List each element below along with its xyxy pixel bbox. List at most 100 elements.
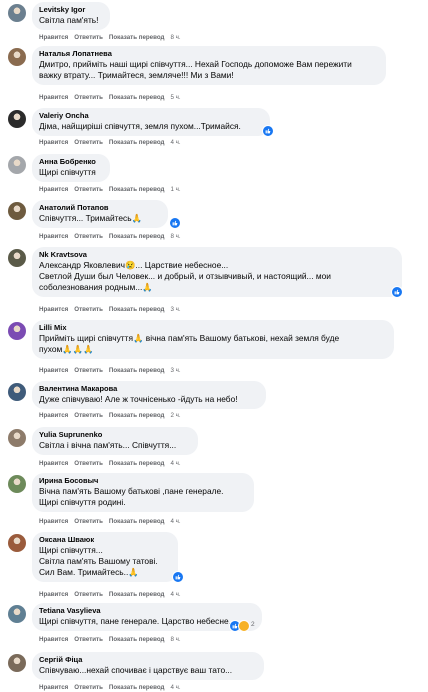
love-reaction-icon[interactable] [238, 620, 250, 632]
comment-author[interactable]: Оксана Шваюк [39, 535, 170, 545]
translate-button[interactable]: Показать перевод [109, 34, 165, 41]
like-reaction-icon[interactable] [172, 571, 184, 583]
avatar[interactable] [8, 534, 26, 552]
like-button[interactable]: Нравится [39, 306, 68, 313]
avatar[interactable] [8, 654, 26, 672]
like-button[interactable]: Нравится [39, 94, 68, 101]
comment-time[interactable]: 4 ч. [170, 518, 180, 525]
avatar[interactable] [8, 605, 26, 623]
comment-time[interactable]: 2 ч. [170, 412, 180, 419]
comment-actions: Нравится Ответить Показать перевод 4 ч. [39, 460, 187, 468]
avatar[interactable] [8, 383, 26, 401]
comment-bubble: Ирина Босовыч Вічна пам'ять Вашому батько… [32, 473, 254, 512]
comment-text: Дмитро, прийміть наші щирі співчуття... … [39, 59, 352, 69]
reply-button[interactable]: Ответить [74, 233, 103, 240]
translate-button[interactable]: Показать перевод [109, 139, 165, 146]
avatar[interactable] [8, 249, 26, 267]
reply-button[interactable]: Ответить [74, 306, 103, 313]
comment-text: важку втрату... Тримайтеся, земляче!!! М… [39, 70, 234, 80]
comment-author[interactable]: Валентина Макарова [39, 384, 258, 394]
avatar[interactable] [8, 429, 26, 447]
comment-time[interactable]: 8 ч. [170, 34, 180, 41]
reply-button[interactable]: Ответить [74, 460, 103, 467]
comment-time[interactable]: 3 ч. [170, 367, 180, 374]
reply-button[interactable]: Ответить [74, 139, 103, 146]
comment-bubble: Nk Kravtsova Александр Яковлевич😢... Царс… [32, 247, 402, 297]
like-reaction-icon[interactable] [391, 286, 403, 298]
like-button[interactable]: Нравится [39, 412, 68, 419]
reply-button[interactable]: Ответить [74, 34, 103, 41]
like-button[interactable]: Нравится [39, 591, 68, 598]
comment-author[interactable]: Ирина Босовыч [39, 476, 246, 486]
comment-time[interactable]: 8 ч. [170, 233, 180, 240]
comment-actions: Нравится Ответить Показать перевод 2 ч. [39, 412, 187, 420]
comment-author[interactable]: Сергій Фіца [39, 655, 256, 665]
avatar[interactable] [8, 202, 26, 220]
comment-text: Діма, найщиріші співчуття, земля пухом..… [39, 121, 241, 131]
translate-button[interactable]: Показать перевод [109, 518, 165, 525]
translate-button[interactable]: Показать перевод [109, 306, 165, 313]
translate-button[interactable]: Показать перевод [109, 186, 165, 193]
translate-button[interactable]: Показать перевод [109, 460, 165, 467]
comment-author[interactable]: Yulia Suprunenko [39, 430, 190, 440]
like-reaction-icon[interactable] [262, 125, 274, 137]
comment-time[interactable]: 4 ч. [170, 139, 180, 146]
comment-actions: Нравится Ответить Показать перевод 4 ч. [39, 684, 187, 692]
translate-button[interactable]: Показать перевод [109, 412, 165, 419]
like-button[interactable]: Нравится [39, 636, 68, 643]
like-reaction-icon[interactable] [169, 217, 181, 229]
translate-button[interactable]: Показать перевод [109, 367, 165, 374]
comment-bubble: Наталья Лопатнева Дмитро, прийміть наші щ… [32, 46, 386, 85]
avatar[interactable] [8, 156, 26, 174]
comment-time[interactable]: 5 ч. [170, 94, 180, 101]
avatar[interactable] [8, 48, 26, 66]
comment-author[interactable]: Nk Kravtsova [39, 250, 394, 260]
comment-author[interactable]: Valeriy Oncha [39, 111, 262, 121]
comment-time[interactable]: 4 ч. [170, 591, 180, 598]
comment-author[interactable]: Наталья Лопатнева [39, 49, 378, 59]
reply-button[interactable]: Ответить [74, 186, 103, 193]
comment-author[interactable]: Lilli Mix [39, 323, 386, 333]
reply-button[interactable]: Ответить [74, 636, 103, 643]
reply-button[interactable]: Ответить [74, 94, 103, 101]
comment-text: Світла пам'ять Вашому татові. [39, 556, 158, 566]
comment-bubble: Lilli Mix Прийміть щирі співчуття🙏 вічна … [32, 320, 394, 359]
comment-bubble: Сергій Фіца Співчуваю...нехай спочиває і … [32, 652, 264, 680]
like-button[interactable]: Нравится [39, 367, 68, 374]
like-button[interactable]: Нравится [39, 518, 68, 525]
translate-button[interactable]: Показать перевод [109, 636, 165, 643]
avatar[interactable] [8, 110, 26, 128]
like-button[interactable]: Нравится [39, 460, 68, 467]
comment-text: Прийміть щирі співчуття🙏 вічна пам'ять В… [39, 333, 340, 343]
comment-author[interactable]: Levitsky Igor [39, 5, 102, 15]
avatar[interactable] [8, 4, 26, 22]
comment-author[interactable]: Tetiana Vasylieva [39, 606, 254, 616]
comment-bubble: Tetiana Vasylieva Щирі співчуття, пане ге… [32, 603, 262, 631]
like-button[interactable]: Нравится [39, 139, 68, 146]
reply-button[interactable]: Ответить [74, 591, 103, 598]
comment-time[interactable]: 8 ч. [170, 636, 180, 643]
translate-button[interactable]: Показать перевод [109, 94, 165, 101]
like-button[interactable]: Нравится [39, 233, 68, 240]
reply-button[interactable]: Ответить [74, 412, 103, 419]
avatar[interactable] [8, 475, 26, 493]
comment-time[interactable]: 1 ч. [170, 186, 180, 193]
comment-bubble: Оксана Шваюк Щирі співчуття... Світла пам'… [32, 532, 178, 582]
like-button[interactable]: Нравится [39, 34, 68, 41]
comment-actions: Нравится Ответить Показать перевод 4 ч. [39, 591, 187, 599]
comment-text: Щирі співчуття родині. [39, 497, 126, 507]
translate-button[interactable]: Показать перевод [109, 233, 165, 240]
reply-button[interactable]: Ответить [74, 367, 103, 374]
comment-bubble: Валентина Макарова Дуже співчуваю! Але ж … [32, 381, 266, 409]
like-button[interactable]: Нравится [39, 186, 68, 193]
comment-text: Дуже співчуваю! Але ж точнісенько -йдуть… [39, 394, 238, 404]
comment-time[interactable]: 4 ч. [170, 460, 180, 467]
avatar[interactable] [8, 322, 26, 340]
comment-time[interactable]: 3 ч. [170, 306, 180, 313]
comment-author[interactable]: Анатолий Потапов [39, 203, 160, 213]
translate-button[interactable]: Показать перевод [109, 591, 165, 598]
comment-author[interactable]: Анна Бобренко [39, 157, 102, 167]
comment-text: пухом🙏🙏🙏 [39, 344, 94, 354]
reaction-count[interactable]: 2 [251, 621, 255, 628]
reply-button[interactable]: Ответить [74, 518, 103, 525]
